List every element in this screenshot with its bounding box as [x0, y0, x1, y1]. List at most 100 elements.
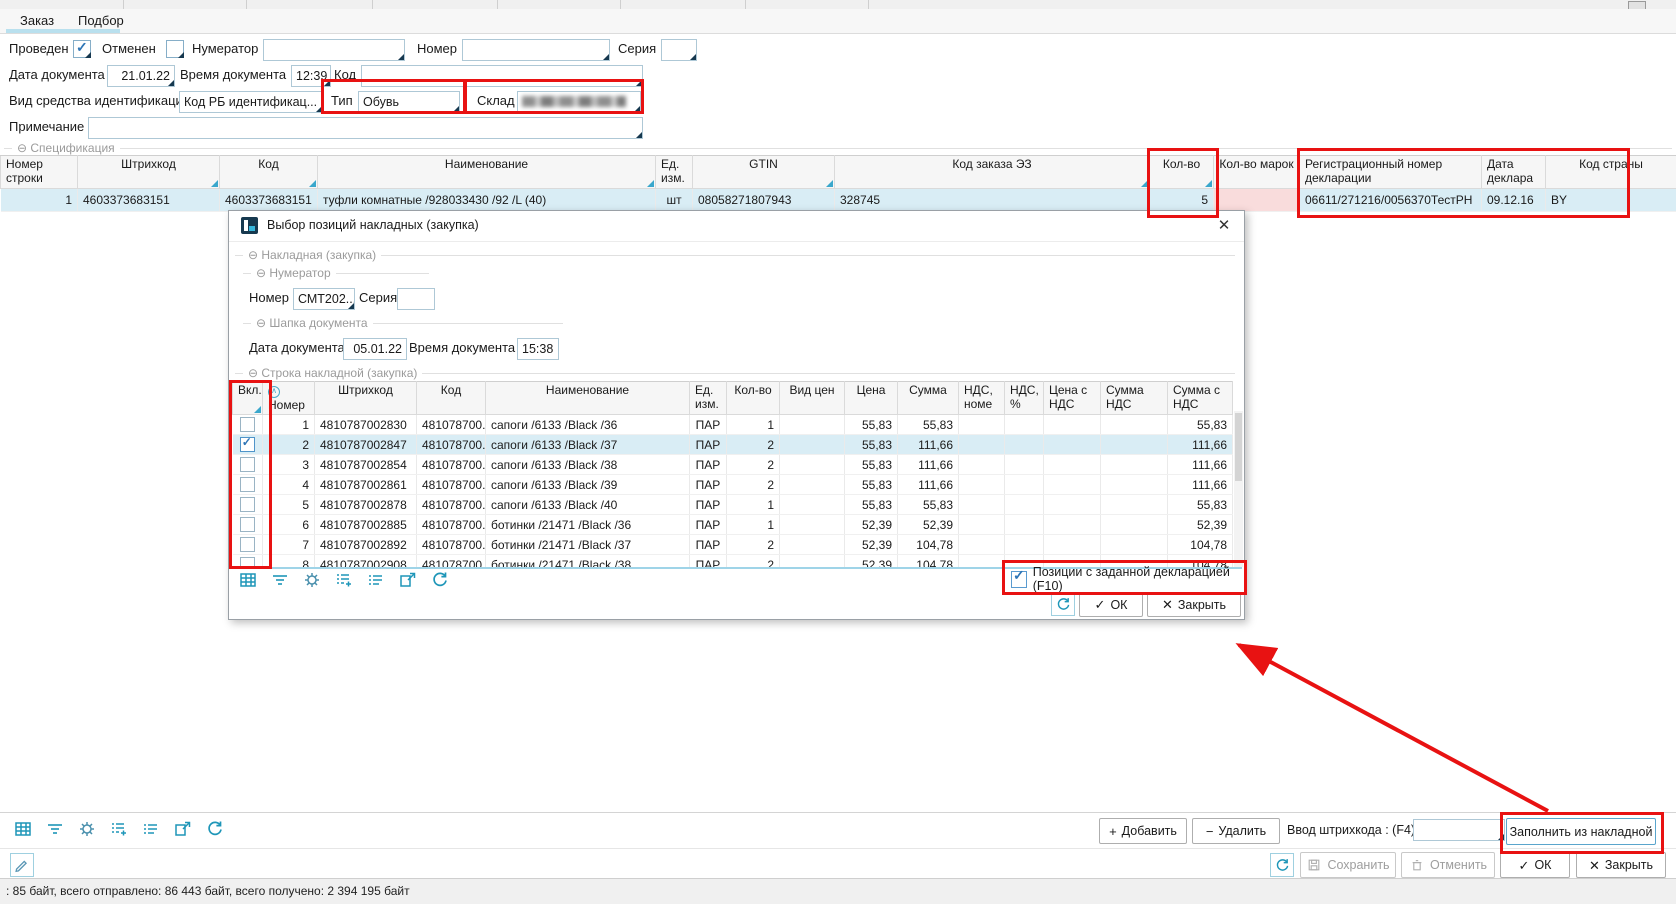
- invoice-row[interactable]: 7 4810787002892 481078700... ботинки /21…: [233, 535, 1233, 555]
- row-include-checkbox[interactable]: [240, 437, 255, 452]
- list-icon[interactable]: [365, 569, 387, 591]
- modal-nomer-input[interactable]: СМТ202...: [293, 288, 355, 310]
- nomer-label: Номер: [417, 38, 457, 60]
- ok-button[interactable]: ✓ОК: [1500, 852, 1570, 878]
- note-input[interactable]: [88, 117, 643, 139]
- invoice-group-title: ⊖ Накладная (закупка): [243, 248, 381, 262]
- modal-title: Выбор позиций накладных (закупка): [267, 218, 479, 232]
- tab-bar: Заказ Подбор: [0, 9, 1676, 34]
- modal-title-bar[interactable]: Выбор позиций накладных (закупка) ✕: [229, 211, 1244, 242]
- vid-sredstva-input[interactable]: Код РБ идентификац...: [179, 91, 323, 113]
- spec-header-row[interactable]: Номер строки Штрихкод Код Наименование Е…: [1, 156, 1676, 189]
- marks-qty-cell: [1214, 189, 1300, 212]
- numerator-input[interactable]: [263, 39, 405, 61]
- declaration-filter-checkbox[interactable]: [1011, 571, 1027, 588]
- check-icon: ✓: [1519, 859, 1530, 872]
- modal-date-label: Дата документа: [249, 337, 345, 359]
- tip-input[interactable]: Обувь: [358, 91, 460, 113]
- modal-ok-button[interactable]: ✓ОК: [1079, 592, 1143, 617]
- numerator-group-title: ⊖ Нумератор: [251, 266, 336, 280]
- modal-refresh-button[interactable]: [1051, 593, 1075, 616]
- modal-time-input[interactable]: 15:38: [517, 338, 559, 360]
- edit-button[interactable]: [10, 853, 34, 877]
- x-icon: ✕: [1589, 859, 1600, 872]
- fill-from-invoice-button[interactable]: Заполнить из накладной: [1506, 818, 1656, 845]
- otmenen-checkbox[interactable]: [166, 40, 184, 58]
- invoice-row[interactable]: 4 4810787002861 481078700... сапоги /613…: [233, 475, 1233, 495]
- refresh-icon[interactable]: [429, 569, 451, 591]
- modal-invoice-table: Вкл. ∧Номер Штрихкод Код Наименование Ед…: [232, 381, 1233, 569]
- grid-icon[interactable]: [12, 818, 34, 840]
- date-input[interactable]: 21.01.22: [107, 65, 175, 87]
- invoice-row[interactable]: 3 4810787002854 481078700... сапоги /613…: [233, 455, 1233, 475]
- modal-time-label: Время документа: [409, 337, 515, 359]
- row-include-checkbox[interactable]: [240, 457, 255, 472]
- seriya-input[interactable]: [661, 39, 697, 61]
- time-label: Время документа: [180, 64, 286, 86]
- modal-invoice-positions: Выбор позиций накладных (закупка) ✕ ⊖ На…: [228, 210, 1245, 620]
- tab-podbor[interactable]: Подбор: [72, 9, 130, 32]
- nomer-input[interactable]: [462, 39, 610, 61]
- gear-icon[interactable]: [76, 818, 98, 840]
- vid-sredstva-label: Вид средства идентификации: [9, 90, 190, 112]
- x-icon: ✕: [1162, 598, 1173, 611]
- status-bar: : 85 байт, всего отправлено: 86 443 байт…: [0, 878, 1676, 904]
- list-add-icon[interactable]: [108, 818, 130, 840]
- sklad-input[interactable]: [517, 91, 641, 113]
- invoice-row[interactable]: 2 4810787002847 481078700... сапоги /613…: [233, 435, 1233, 455]
- trash-icon: [1409, 857, 1425, 873]
- row-include-checkbox[interactable]: [240, 497, 255, 512]
- delete-button[interactable]: −Удалить: [1192, 818, 1280, 844]
- cancel-button[interactable]: Отменить: [1401, 852, 1495, 878]
- seriya-label: Серия: [618, 38, 656, 60]
- grid-icon[interactable]: [237, 569, 259, 591]
- kod-label: Код: [334, 64, 356, 86]
- invoice-row[interactable]: 1 4810787002830 481078700... сапоги /613…: [233, 415, 1233, 435]
- export-icon[interactable]: [397, 569, 419, 591]
- modal-table-toolbar: [237, 569, 451, 591]
- row-include-checkbox[interactable]: [240, 417, 255, 432]
- row-include-checkbox[interactable]: [240, 477, 255, 492]
- modal-header-row[interactable]: Вкл. ∧Номер Штрихкод Код Наименование Ед…: [233, 382, 1233, 415]
- modal-date-input[interactable]: 05.01.22: [343, 338, 407, 360]
- modal-table-scrollbar[interactable]: [1234, 411, 1243, 567]
- list-icon[interactable]: [140, 818, 162, 840]
- spec-row[interactable]: 1 4603373683151 4603373683151 туфли комн…: [1, 189, 1676, 212]
- tab-zakaz[interactable]: Заказ: [14, 9, 60, 32]
- nomer-column-header: ∧Номер: [263, 382, 315, 415]
- invoice-row[interactable]: 6 4810787002885 481078700... ботинки /21…: [233, 515, 1233, 535]
- refresh-button[interactable]: [1270, 853, 1294, 877]
- kod-input[interactable]: [361, 65, 643, 87]
- modal-seriya-input[interactable]: [397, 288, 435, 310]
- add-button[interactable]: +Добавить: [1099, 818, 1187, 844]
- main-table-toolbar: [12, 818, 226, 840]
- proveden-checkbox[interactable]: [73, 40, 91, 58]
- numerator-label: Нумератор: [192, 38, 258, 60]
- export-icon[interactable]: [172, 818, 194, 840]
- modal-close-icon[interactable]: ✕: [1214, 216, 1234, 236]
- modal-table-viewport: Вкл. ∧Номер Штрихкод Код Наименование Ед…: [232, 381, 1242, 569]
- spec-table: Номер строки Штрихкод Код Наименование Е…: [0, 155, 1676, 212]
- tip-label: Тип: [331, 90, 353, 112]
- list-add-icon[interactable]: [333, 569, 355, 591]
- minus-icon: −: [1206, 825, 1214, 838]
- declaration-filter-label: Позиции с заданной декларацией (F10): [1033, 565, 1244, 593]
- refresh-icon[interactable]: [204, 818, 226, 840]
- filter-icon[interactable]: [269, 569, 291, 591]
- gear-icon[interactable]: [301, 569, 323, 591]
- row-include-checkbox[interactable]: [240, 517, 255, 532]
- close-button[interactable]: ✕Закрыть: [1576, 852, 1666, 878]
- modal-nomer-label: Номер: [249, 287, 289, 309]
- proveden-label: Проведен: [9, 38, 69, 60]
- row-include-checkbox[interactable]: [240, 557, 255, 569]
- row-include-checkbox[interactable]: [240, 537, 255, 552]
- sort-asc-icon: ∧: [268, 386, 280, 398]
- filter-icon[interactable]: [44, 818, 66, 840]
- modal-close-button[interactable]: ✕Закрыть: [1147, 592, 1241, 617]
- date-label: Дата документа: [9, 64, 105, 86]
- save-button[interactable]: Сохранить: [1300, 852, 1396, 878]
- barcode-input[interactable]: [1413, 819, 1505, 841]
- declaration-filter-control[interactable]: Позиции с заданной декларацией (F10): [1011, 569, 1244, 589]
- time-input[interactable]: 12:39: [291, 65, 331, 87]
- invoice-row[interactable]: 5 4810787002878 481078700... сапоги /613…: [233, 495, 1233, 515]
